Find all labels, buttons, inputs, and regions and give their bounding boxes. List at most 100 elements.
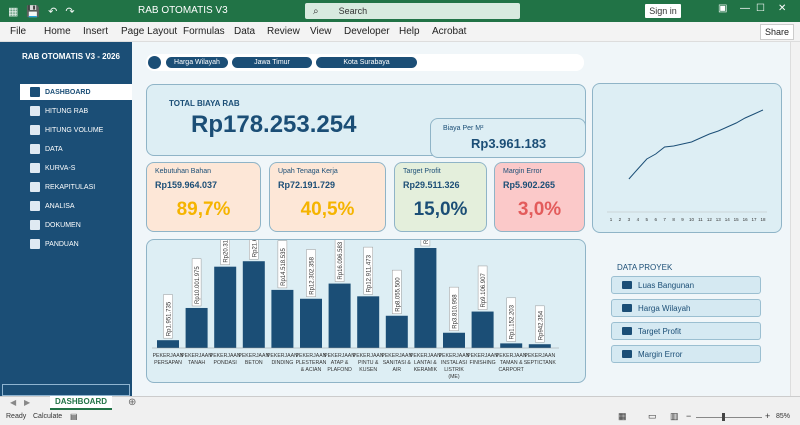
sidebar-item-dokumen[interactable]: DOKUMEN: [20, 217, 132, 233]
kpi-value: Rp72.191.729: [278, 180, 336, 190]
filter-harga-wilayah[interactable]: Harga Wilayah: [166, 57, 228, 68]
line-chart-tick-label: 6: [654, 217, 657, 222]
sidebar-item-rekapitulasi[interactable]: REKAPITULASI: [20, 179, 132, 195]
bar-category-label: DINDING: [271, 360, 293, 366]
redo-icon[interactable]: ↷: [65, 5, 74, 18]
kpi-label: Margin Error: [503, 168, 542, 175]
zoom-slider-handle[interactable]: [722, 413, 725, 421]
sidebar-item-panduan[interactable]: PANDUAN: [20, 236, 132, 252]
sidebar-item-label: DASHBOARD: [45, 88, 91, 96]
menu-developer[interactable]: Developer: [344, 26, 390, 37]
menu-home[interactable]: Home: [44, 26, 71, 37]
line-chart-tick-label: 14: [725, 217, 731, 222]
kpi-label: Kebutuhan Bahan: [155, 168, 212, 175]
menu-help[interactable]: Help: [399, 26, 420, 37]
line-chart-tick-label: 7: [663, 217, 666, 222]
bar-category-label: PINTU &: [358, 360, 379, 366]
kurva-s-chart: 1 2 3 4 5 6 7 8 9 10 11 12 13 14 15 16 17 18: [607, 109, 767, 222]
menu-file[interactable]: File: [10, 26, 26, 37]
sidebar-item-label: ANALISA: [45, 202, 75, 210]
page-break-icon[interactable]: ▥: [670, 411, 679, 422]
bar-category-label: FINISHING: [469, 360, 495, 366]
tab-dashboard[interactable]: DASHBOARD: [50, 396, 112, 410]
page-layout-icon[interactable]: ▭: [648, 411, 657, 422]
sidebar-hitung-volume-icon: [30, 125, 40, 135]
share-button[interactable]: Share: [759, 24, 794, 40]
menu-acrobat[interactable]: Acrobat: [432, 26, 466, 37]
filter-kota-surabaya[interactable]: Kota Surabaya: [316, 57, 417, 68]
sidebar-item-dashboard[interactable]: DASHBOARD: [20, 84, 132, 100]
sidebar-title: RAB OTOMATIS V3 - 2026: [22, 52, 120, 61]
search-box[interactable]: ⌕ Search: [305, 3, 520, 19]
add-sheet-icon[interactable]: ⊕: [128, 397, 136, 408]
prev-sheet-icon[interactable]: ◀: [10, 398, 16, 407]
kpi-card-upah-tenaga-kerja: Upah Tenaga Kerja Rp72.191.729 40,5%: [269, 162, 386, 232]
vertical-scrollbar[interactable]: [790, 42, 800, 396]
total-biaya-value: Rp178.253.254: [191, 111, 357, 138]
minimize-icon[interactable]: —: [740, 3, 750, 14]
data-proyek-harga-wilayah-button[interactable]: Harga Wilayah: [611, 299, 761, 317]
bar-category-label: PEKERJAAN: [496, 353, 527, 359]
menu-insert[interactable]: Insert: [83, 26, 108, 37]
undo-icon[interactable]: ↶: [48, 5, 57, 18]
ribbon-display-icon[interactable]: ▣: [718, 3, 727, 14]
kpi-label: Target Profit: [403, 168, 441, 175]
bar: [328, 283, 351, 348]
normal-view-icon[interactable]: ▦: [618, 411, 627, 422]
bar-label-group: Rp942.354: [535, 305, 545, 343]
sidebar-dokumen-icon: [30, 220, 40, 230]
zoom-out-icon[interactable]: −: [686, 411, 691, 421]
data-proyek-margin-error-button[interactable]: Margin Error: [611, 345, 761, 363]
next-sheet-icon[interactable]: ▶: [24, 398, 30, 407]
sidebar-item-kurva-s[interactable]: KURVA-S: [20, 160, 132, 176]
sidebar-panduan-icon: [30, 239, 40, 249]
total-biaya-label: TOTAL BIAYA RAB: [169, 99, 240, 108]
maximize-icon[interactable]: ☐: [756, 3, 765, 14]
sidebar-item-hitung-volume[interactable]: HITUNG VOLUME: [20, 122, 132, 138]
data-proyek-icon: [622, 327, 632, 335]
bar-label-group: Rp8.055.500: [392, 269, 402, 315]
menu-data[interactable]: Data: [234, 26, 255, 37]
kpi-percent: 15,0%: [413, 199, 468, 220]
bar-category-label: TANAH: [188, 360, 205, 366]
close-icon[interactable]: ✕: [778, 3, 786, 14]
menu-page-layout[interactable]: Page Layout: [121, 26, 177, 37]
bar: [385, 315, 408, 348]
bar-data-label: Rp12.911.473: [367, 254, 373, 292]
bar-category-label: KUSEN: [359, 367, 377, 373]
sidebar-item-hitung-rab[interactable]: HITUNG RAB: [20, 103, 132, 119]
filter-dot: [148, 56, 161, 69]
sidebar-item-data[interactable]: DATA: [20, 141, 132, 157]
kpi-card-kebutuhan-bahan: Kebutuhan Bahan Rp159.964.037 89,7%: [146, 162, 261, 232]
data-proyek-target-profit-button[interactable]: Target Profit: [611, 322, 761, 340]
biaya-per-m2-label: Biaya Per M²: [443, 125, 484, 132]
line-chart-tick-label: 2: [619, 217, 622, 222]
menu-review[interactable]: Review: [267, 26, 300, 37]
bar-category-label: & ACIAN: [301, 367, 322, 373]
zoom-level[interactable]: 85%: [776, 413, 790, 420]
bar-data-label: Rp1.152.203: [510, 304, 516, 339]
sidebar-item-label: HITUNG RAB: [45, 107, 89, 115]
status-calculate[interactable]: Calculate: [33, 413, 62, 420]
save-icon[interactable]: 💾: [26, 5, 40, 18]
bar: [443, 332, 465, 348]
line-chart-tick-label: 9: [681, 217, 684, 222]
menu-view[interactable]: View: [310, 26, 332, 37]
kpi-label: Upah Tenaga Kerja: [278, 168, 338, 175]
line-chart-tick-label: 5: [646, 217, 649, 222]
bar-label-group: Rp3.810.958: [449, 286, 459, 331]
sign-in-button[interactable]: Sign in: [645, 4, 681, 18]
bar-category-label: PEKERJAAN: [524, 353, 555, 359]
bar-label-group: Rp20.318.320: [220, 217, 230, 265]
line-chart-tick-label: 16: [743, 217, 749, 222]
menu-formulas[interactable]: Formulas: [183, 26, 225, 37]
zoom-in-icon[interactable]: +: [765, 411, 770, 421]
bar-label-group: Rp1.152.203: [506, 297, 516, 342]
filter-jawa-timur[interactable]: Jawa Timur: [232, 57, 312, 68]
sidebar-dashboard-icon: [30, 87, 40, 97]
sidebar-item-label: DATA: [45, 145, 63, 153]
zoom-slider[interactable]: [696, 417, 762, 418]
accessibility-icon[interactable]: ▤: [70, 412, 78, 421]
sidebar-item-analisa[interactable]: ANALISA: [20, 198, 132, 214]
data-proyek-luas-bangunan-button[interactable]: Luas Bangunan: [611, 276, 761, 294]
